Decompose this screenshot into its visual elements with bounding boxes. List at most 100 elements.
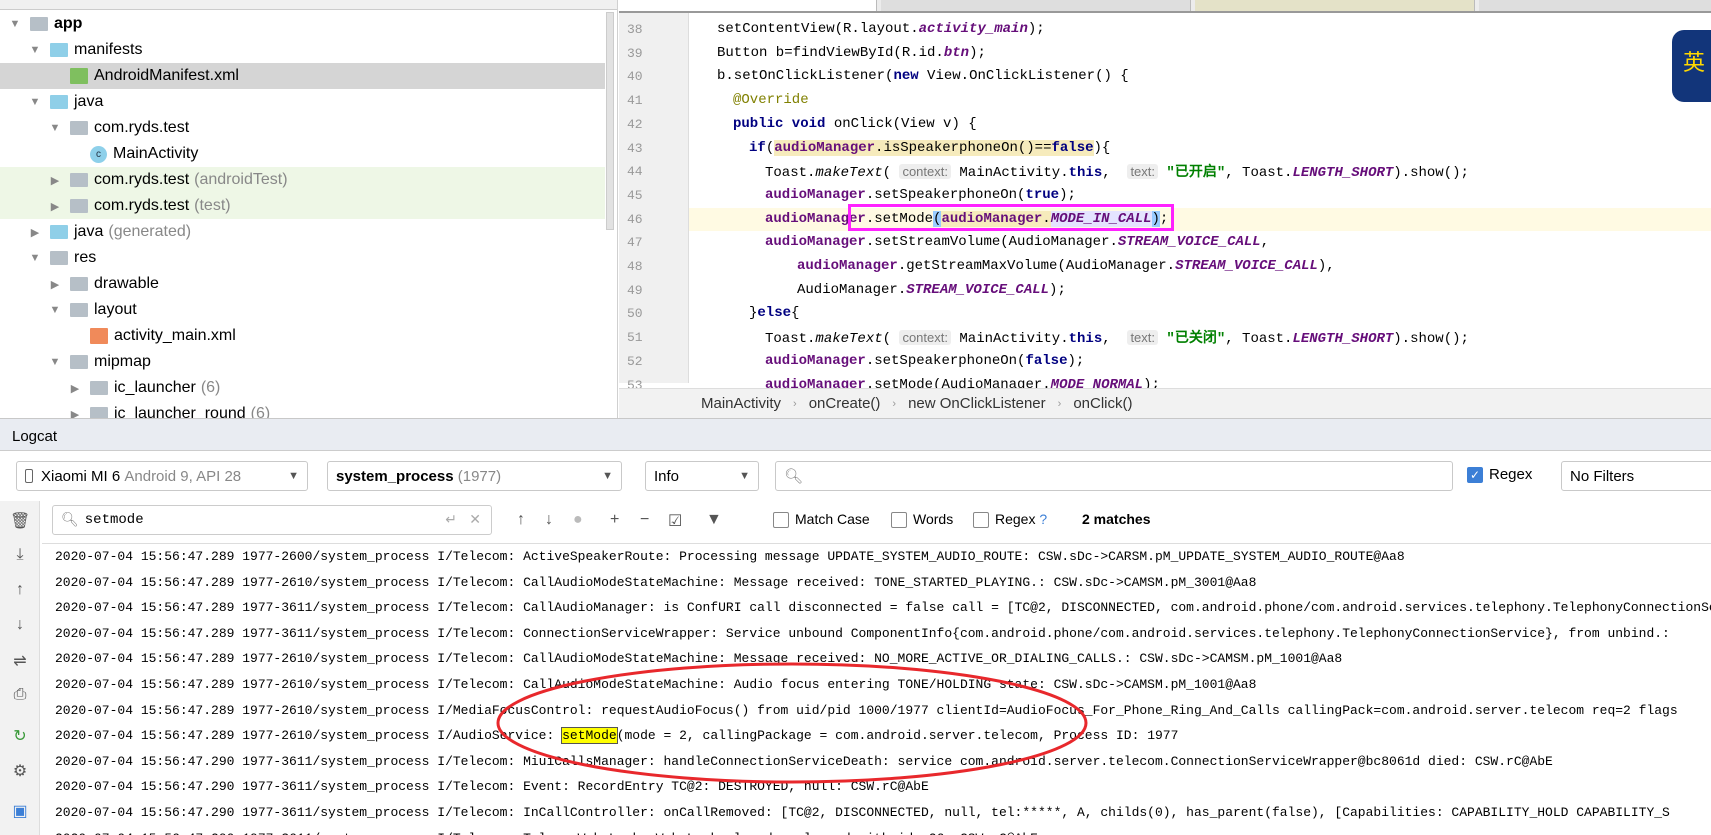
package-icon bbox=[90, 381, 108, 395]
match-case-checkbox[interactable]: Match Case bbox=[773, 511, 870, 529]
filter-config-select[interactable]: No Filters bbox=[1561, 461, 1711, 491]
breadcrumb-item[interactable]: onClick() bbox=[1073, 395, 1132, 412]
expand-arrow-icon[interactable]: ▼ bbox=[28, 44, 42, 56]
code-line[interactable]: setContentView(R.layout.activity_main); bbox=[689, 18, 1711, 41]
up-arrow-icon[interactable]: ↑ bbox=[10, 581, 30, 599]
trash-icon[interactable]: 🗑︎ bbox=[10, 511, 30, 531]
expand-arrow-icon[interactable]: ▶ bbox=[48, 174, 62, 187]
log-row[interactable]: 2020-07-04 15:56:47.290 1977-3611/system… bbox=[42, 826, 1711, 835]
soft-wrap-icon[interactable]: ⇌ bbox=[10, 651, 30, 671]
code-line[interactable]: audioManager.setStreamVolume(AudioManage… bbox=[689, 231, 1711, 254]
tab-mainactivity[interactable] bbox=[619, 0, 877, 11]
next-match-icon[interactable]: ↓ bbox=[545, 511, 553, 529]
code-line[interactable]: Toast.makeText( context: MainActivity.th… bbox=[689, 326, 1711, 349]
expand-arrow-icon[interactable]: ▶ bbox=[68, 408, 82, 419]
tab-manifest[interactable] bbox=[881, 0, 1191, 11]
expand-arrow-icon[interactable]: ▼ bbox=[28, 96, 42, 108]
remove-occurrence-icon[interactable]: − bbox=[640, 511, 649, 529]
help-icon[interactable]: ? bbox=[1039, 511, 1047, 527]
expand-arrow-icon[interactable]: ▶ bbox=[48, 200, 62, 213]
expand-arrow-icon[interactable]: ▶ bbox=[48, 278, 62, 291]
log-row[interactable]: 2020-07-04 15:56:47.289 1977-2610/system… bbox=[42, 570, 1711, 596]
tab-layout[interactable] bbox=[1479, 0, 1711, 11]
code-line[interactable]: audioManager.setMode(audioManager.MODE_I… bbox=[689, 207, 1711, 231]
tree-item[interactable]: ▶ drawable bbox=[0, 271, 605, 297]
regex-checkbox[interactable]: ✓ Regex bbox=[1467, 466, 1532, 484]
select-all-occurrences-icon[interactable]: ☑ bbox=[668, 511, 682, 531]
tree-item[interactable]: ▼ manifests bbox=[0, 37, 605, 63]
expand-arrow-icon[interactable]: ▼ bbox=[48, 304, 62, 316]
tab-other[interactable] bbox=[1195, 0, 1475, 11]
code-line[interactable]: audioManager.setSpeakerphoneOn(true); bbox=[689, 184, 1711, 207]
code-line[interactable]: AudioManager.STREAM_VOICE_CALL); bbox=[689, 279, 1711, 302]
log-row[interactable]: 2020-07-04 15:56:47.290 1977-3611/system… bbox=[42, 800, 1711, 826]
clear-icon[interactable]: ✕ bbox=[469, 512, 481, 529]
breadcrumb-item[interactable]: new OnClickListener bbox=[908, 395, 1046, 412]
log-row[interactable]: 2020-07-04 15:56:47.289 1977-2610/system… bbox=[42, 672, 1711, 698]
log-level-select[interactable]: Info ▼ bbox=[645, 461, 759, 491]
log-row[interactable]: 2020-07-04 15:56:47.289 1977-3611/system… bbox=[42, 595, 1711, 621]
expand-arrow-icon[interactable]: ▼ bbox=[48, 356, 62, 368]
expand-arrow-icon[interactable]: ▼ bbox=[8, 18, 22, 30]
process-select[interactable]: system_process (1977) ▼ bbox=[327, 461, 622, 491]
breadcrumb-item[interactable]: MainActivity bbox=[701, 395, 781, 412]
log-row[interactable]: 2020-07-04 15:56:47.289 1977-2610/system… bbox=[42, 723, 1711, 749]
down-arrow-icon[interactable]: ↓ bbox=[10, 616, 30, 634]
camera-icon[interactable]: ▣ bbox=[10, 801, 30, 821]
log-text: 2020-07-04 15:56:47.289 1977-2610/system… bbox=[55, 676, 1257, 692]
code-line[interactable]: audioManager.setSpeakerphoneOn(false); bbox=[689, 350, 1711, 373]
tree-item[interactable]: ▼ layout bbox=[0, 297, 605, 323]
tree-item[interactable]: ▶ com.ryds.test (androidTest) bbox=[0, 167, 605, 193]
tree-item[interactable]: ▼ mipmap bbox=[0, 349, 605, 375]
tree-item[interactable]: ▶ com.ryds.test (test) bbox=[0, 193, 605, 219]
code-line[interactable]: if(audioManager.isSpeakerphoneOn()==fals… bbox=[689, 137, 1711, 160]
log-output[interactable]: 2020-07-04 15:56:47.289 1977-2600/system… bbox=[42, 543, 1711, 835]
code-line[interactable]: Toast.makeText( context: MainActivity.th… bbox=[689, 160, 1711, 183]
tree-scrollbar[interactable] bbox=[606, 12, 614, 230]
code-line[interactable]: }else{ bbox=[689, 302, 1711, 325]
find-bar: 🔍︎ setmode ↵ ✕ ↑ ↓ ● + − ☑ ▼ Match Case … bbox=[40, 501, 1711, 541]
code-token: View.OnClickListener() { bbox=[918, 68, 1129, 85]
expand-arrow-icon[interactable]: ▶ bbox=[68, 382, 82, 395]
tree-item[interactable]: c MainActivity bbox=[0, 141, 605, 167]
add-occurrence-icon[interactable]: + bbox=[610, 511, 619, 529]
tree-item[interactable]: ▶ ic_launcher (6) bbox=[0, 375, 605, 401]
restart-icon[interactable]: ↻ bbox=[10, 726, 30, 746]
expand-arrow-icon[interactable]: ▶ bbox=[28, 226, 42, 239]
tree-item[interactable]: ▶ java (generated) bbox=[0, 219, 605, 245]
log-row[interactable]: 2020-07-04 15:56:47.289 1977-2610/system… bbox=[42, 698, 1711, 724]
log-filter-input[interactable]: 🔍︎ bbox=[775, 461, 1453, 491]
find-input[interactable]: 🔍︎ setmode ↵ ✕ bbox=[52, 505, 492, 535]
breadcrumb-item[interactable]: onCreate() bbox=[809, 395, 881, 412]
tree-item[interactable]: ▼ com.ryds.test bbox=[0, 115, 605, 141]
tree-item[interactable]: ▼ app bbox=[0, 11, 605, 37]
code-line[interactable]: public void onClick(View v) { bbox=[689, 113, 1711, 136]
scroll-to-end-icon[interactable]: ⤓ bbox=[10, 546, 30, 564]
code-line[interactable]: Button b=findViewById(R.id.btn); bbox=[689, 42, 1711, 65]
log-row[interactable]: 2020-07-04 15:56:47.289 1977-3611/system… bbox=[42, 621, 1711, 647]
expand-arrow-icon[interactable]: ▼ bbox=[48, 122, 62, 134]
tree-item[interactable]: ▼ java bbox=[0, 89, 605, 115]
regex-find-checkbox[interactable]: Regex ? bbox=[973, 511, 1047, 529]
ime-indicator[interactable]: 英 bbox=[1672, 30, 1711, 102]
print-icon[interactable]: ⎙ bbox=[10, 686, 30, 704]
expand-arrow-icon[interactable]: ▼ bbox=[28, 252, 42, 264]
log-row[interactable]: 2020-07-04 15:56:47.290 1977-3611/system… bbox=[42, 749, 1711, 775]
prev-match-icon[interactable]: ↑ bbox=[517, 511, 525, 529]
code-line[interactable]: @Override bbox=[689, 89, 1711, 112]
tree-item[interactable]: activity_main.xml bbox=[0, 323, 605, 349]
log-row[interactable]: 2020-07-04 15:56:47.289 1977-2610/system… bbox=[42, 646, 1711, 672]
log-row[interactable]: 2020-07-04 15:56:47.290 1977-3611/system… bbox=[42, 774, 1711, 800]
device-select[interactable]: Xiaomi MI 6 Android 9, API 28 ▼ bbox=[16, 461, 308, 491]
find-all-icon[interactable]: ● bbox=[573, 511, 583, 529]
gear-icon[interactable]: ⚙ bbox=[10, 761, 30, 781]
tree-item[interactable]: AndroidManifest.xml bbox=[0, 63, 605, 89]
words-checkbox[interactable]: Words bbox=[891, 511, 953, 529]
log-row[interactable]: 2020-07-04 15:56:47.289 1977-2600/system… bbox=[42, 544, 1711, 570]
code-line[interactable]: b.setOnClickListener(new View.OnClickLis… bbox=[689, 65, 1711, 88]
tree-item[interactable]: ▼ res bbox=[0, 245, 605, 271]
code-line[interactable]: audioManager.getStreamMaxVolume(AudioMan… bbox=[689, 255, 1711, 278]
tree-item[interactable]: ▶ ic_launcher_round (6) bbox=[0, 401, 605, 418]
filter-icon[interactable]: ▼ bbox=[706, 511, 722, 529]
code-token: audioManager bbox=[797, 258, 898, 274]
